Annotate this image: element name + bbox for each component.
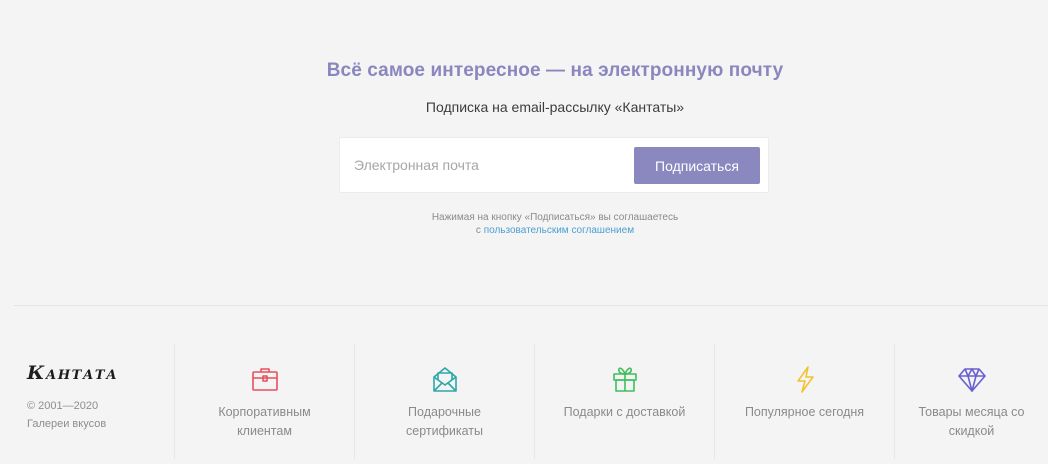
envelope-certificate-icon [355, 364, 534, 394]
copyright-block: © 2001—2020 Галереи вкусов [27, 397, 177, 433]
newsletter-subtitle: Подписка на email-рассылку «Кантаты» [425, 99, 685, 115]
newsletter-title: Всё самое интересное — на электронную по… [326, 60, 784, 81]
email-input[interactable] [354, 152, 624, 178]
user-agreement-link[interactable]: пользовательским соглашением [484, 225, 634, 236]
subscribe-button[interactable]: Подписаться [634, 147, 760, 184]
footer-link-certificates[interactable]: Подарочные сертификаты [354, 344, 534, 459]
footer: Кантата © 2001—2020 Галереи вкусов Корпо… [0, 344, 1048, 464]
gift-icon [535, 364, 714, 394]
footer-link-gifts[interactable]: Подарки с доставкой [534, 344, 714, 459]
briefcase-icon [175, 364, 354, 394]
footer-link-corporate[interactable]: Корпоративным клиентам [174, 344, 354, 459]
footer-link-label: Популярное сегодня [744, 405, 865, 419]
logo[interactable]: Кантата [27, 362, 177, 384]
consent-note-line2: с пользовательским соглашением [0, 224, 1048, 237]
diamond-icon [895, 364, 1048, 394]
footer-link-discounts[interactable]: Товары месяца со скидкой [894, 344, 1048, 459]
subscribe-form: Подписаться [339, 137, 769, 193]
lightning-icon [715, 364, 894, 394]
copyright-text: © 2001—2020 [27, 400, 99, 412]
tagline-text: Галереи вкусов [27, 418, 107, 430]
consent-note: Нажимая на кнопку «Подписаться» вы согла… [0, 211, 1048, 237]
footer-brand: Кантата © 2001—2020 Галереи вкусов [27, 362, 177, 433]
newsletter-section: Всё самое интересное — на электронную по… [0, 0, 1048, 300]
footer-link-label: Корпоративным клиентам [218, 405, 311, 438]
footer-link-label: Подарочные сертификаты [406, 405, 483, 438]
consent-note-text: Нажимая на кнопку «Подписаться» вы согла… [431, 212, 679, 223]
footer-link-label: Товары месяца со скидкой [918, 405, 1025, 438]
section-divider [14, 305, 1048, 306]
consent-note-prefix: с [475, 225, 481, 236]
footer-link-popular[interactable]: Популярное сегодня [714, 344, 894, 459]
footer-link-label: Подарки с доставкой [563, 405, 686, 419]
page: Всё самое интересное — на электронную по… [0, 0, 1048, 464]
